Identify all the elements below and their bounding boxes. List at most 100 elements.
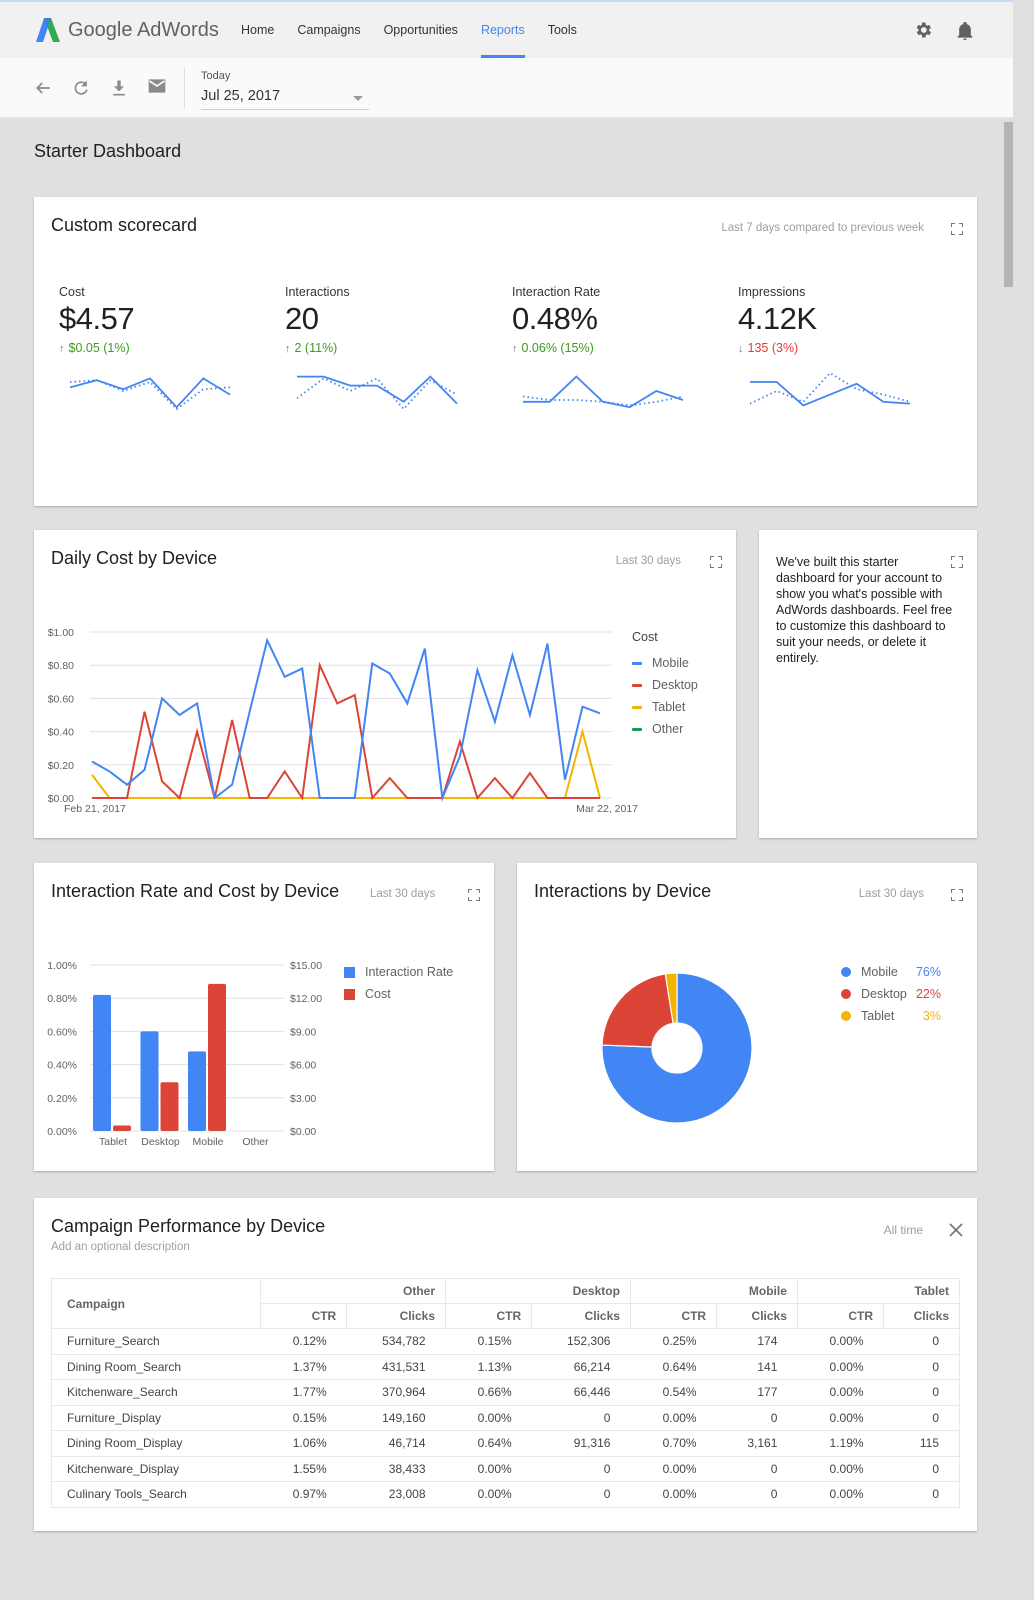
table-row[interactable]: Culinary Tools_Search 0.97% 23,008 0.00% 0 0.… (51, 1481, 960, 1508)
scorecard-card: Custom scorecard Last 7 days compared to… (34, 197, 977, 506)
value-cell: 0 (883, 1404, 960, 1431)
table-row[interactable]: Furniture_Search 0.12% 534,782 0.15% 152,306… (51, 1328, 960, 1355)
metric-delta: 0.06% (15%) (521, 341, 594, 355)
table-row[interactable]: Dining Room_Display 1.06% 46,714 0.64% 91,31… (51, 1430, 960, 1457)
col-header-ctr[interactable]: CTR (260, 1303, 348, 1329)
arrow-up-icon: ↑ (59, 343, 65, 355)
col-header-campaign[interactable]: Campaign (50, 1278, 262, 1329)
col-header-ctr[interactable]: CTR (629, 1303, 718, 1329)
table-row[interactable]: Kitchenware_Search 1.77% 370,964 0.66% 66,44… (51, 1379, 960, 1406)
sparkline-cost (70, 377, 231, 411)
bar-cost-desktop[interactable] (160, 1082, 179, 1131)
value-cell: 370,964 (346, 1379, 446, 1406)
y-tick-label-left: 0.80% (47, 993, 77, 1005)
date-dropdown[interactable]: Jul 25, 2017 (201, 88, 369, 110)
sparkline-interaction-rate (523, 375, 684, 409)
date-label: Today (201, 70, 231, 82)
adwords-logo[interactable]: Google AdWords (34, 16, 219, 44)
sparkline-previous (750, 371, 911, 405)
description-input[interactable]: Add an optional description (51, 1241, 190, 1253)
rate-cost-card: Interaction Rate and Cost by Device Last… (34, 863, 494, 1171)
table-row[interactable]: Kitchenware_Display 1.55% 38,433 0.00% 0 0.00… (51, 1455, 960, 1482)
legend-item-cost[interactable]: Cost (344, 983, 453, 1005)
campaign-table-card: Campaign Performance by Device Add an op… (34, 1198, 977, 1531)
page-title: Starter Dashboard (34, 141, 182, 161)
legend-item-other[interactable]: Other (632, 718, 698, 740)
sparkline-current (70, 377, 231, 409)
nav-opportunities[interactable]: Opportunities (384, 2, 458, 58)
y-tick-label-left: 0.40% (47, 1060, 77, 1072)
expand-icon[interactable] (951, 556, 963, 568)
slice-desktop[interactable] (601, 973, 674, 1048)
bar-cost-mobile[interactable] (208, 983, 226, 1131)
legend-item-interaction-rate[interactable]: Interaction Rate (344, 961, 453, 983)
daily-cost-legend: Cost Mobile Desktop Tablet Other (632, 630, 698, 740)
value-cell: 66,214 (531, 1353, 631, 1380)
legend-item-desktop[interactable]: Desktop (632, 674, 698, 696)
download-icon[interactable] (109, 78, 129, 98)
y-tick-label-right: $3.00 (290, 1093, 316, 1105)
arrow-up-icon: ↑ (512, 343, 518, 355)
legend-item-mobile[interactable]: Mobile 76% (841, 961, 941, 983)
metric-impressions[interactable]: Impressions 4.12K ↓ 135 (3%) (738, 285, 817, 355)
value-cell: 1.77% (260, 1379, 347, 1406)
series-line-mobile[interactable] (91, 637, 601, 802)
y-tick-label-left: 0.00% (47, 1126, 77, 1138)
adwords-logo-icon (36, 18, 60, 42)
table-row[interactable]: Furniture_Display 0.15% 149,160 0.00% 0 0.00%… (51, 1404, 960, 1431)
page-scrollbar-thumb[interactable] (1004, 122, 1013, 287)
legend-item-tablet[interactable]: Tablet (632, 696, 698, 718)
table-row[interactable]: Dining Room_Search 1.37% 431,531 1.13% 66,21… (51, 1353, 960, 1380)
nav-tools[interactable]: Tools (548, 2, 577, 58)
metric-cost[interactable]: Cost $4.57 ↑ $0.05 (1%) (59, 285, 135, 355)
legend-item-mobile[interactable]: Mobile (632, 652, 698, 674)
close-icon[interactable] (949, 1223, 963, 1237)
value-cell: 0.00% (797, 1353, 884, 1380)
col-header-clicks[interactable]: Clicks (716, 1303, 798, 1329)
metric-interaction-rate[interactable]: Interaction Rate 0.48% ↑ 0.06% (15%) (512, 285, 600, 355)
nav-campaigns[interactable]: Campaigns (297, 2, 360, 58)
page-scrollbar-track[interactable] (1004, 118, 1013, 1600)
bar-interaction-rate-tablet[interactable] (93, 994, 111, 1131)
col-header-ctr[interactable]: CTR (796, 1303, 885, 1329)
nav-reports[interactable]: Reports (480, 2, 525, 58)
col-header-clicks[interactable]: Clicks (346, 1303, 446, 1329)
col-header-clicks[interactable]: Clicks (531, 1303, 631, 1329)
col-header-ctr[interactable]: CTR (444, 1303, 533, 1329)
bar-cost-tablet[interactable] (113, 1125, 131, 1131)
metric-value: 20 (285, 301, 319, 336)
expand-icon[interactable] (951, 889, 963, 901)
legend-label: Tablet (861, 1009, 895, 1023)
legend-label: Mobile (652, 656, 689, 670)
brand-name: Google AdWords (68, 18, 219, 41)
bar-interaction-rate-desktop[interactable] (140, 1031, 159, 1131)
expand-icon[interactable] (951, 223, 963, 235)
value-cell: 66,446 (531, 1379, 631, 1406)
x-tick-label: Mobile (193, 1136, 224, 1148)
y-tick-label: $0.60 (48, 693, 74, 705)
legend-item-tablet[interactable]: Tablet 3% (841, 1005, 941, 1027)
value-cell: 174 (716, 1328, 798, 1355)
value-cell: 0.00% (797, 1455, 884, 1482)
value-cell: 0.12% (260, 1328, 347, 1355)
legend-item-desktop[interactable]: Desktop 22% (841, 983, 941, 1005)
expand-icon[interactable] (468, 889, 480, 901)
value-cell: 46,714 (346, 1430, 446, 1457)
rate-cost-legend: Interaction Rate Cost (344, 961, 453, 1005)
metric-delta: 2 (11%) (294, 341, 338, 355)
legend-label: Cost (365, 987, 391, 1001)
refresh-icon[interactable] (71, 78, 91, 98)
y-tick-label-left: 0.60% (47, 1026, 77, 1038)
nav-home[interactable]: Home (241, 2, 274, 58)
back-arrow-icon[interactable] (33, 78, 53, 98)
metric-interactions[interactable]: Interactions 20 ↑ 2 (11%) (285, 285, 350, 355)
legend-dot (841, 989, 851, 999)
bell-icon[interactable] (955, 20, 975, 42)
value-cell: 1.55% (260, 1455, 347, 1482)
bar-interaction-rate-mobile[interactable] (188, 1051, 206, 1131)
email-icon[interactable] (147, 76, 167, 96)
col-header-clicks[interactable]: Clicks (883, 1303, 960, 1329)
metric-label: Impressions (738, 285, 806, 299)
expand-icon[interactable] (710, 556, 722, 568)
gear-icon[interactable] (913, 20, 933, 40)
